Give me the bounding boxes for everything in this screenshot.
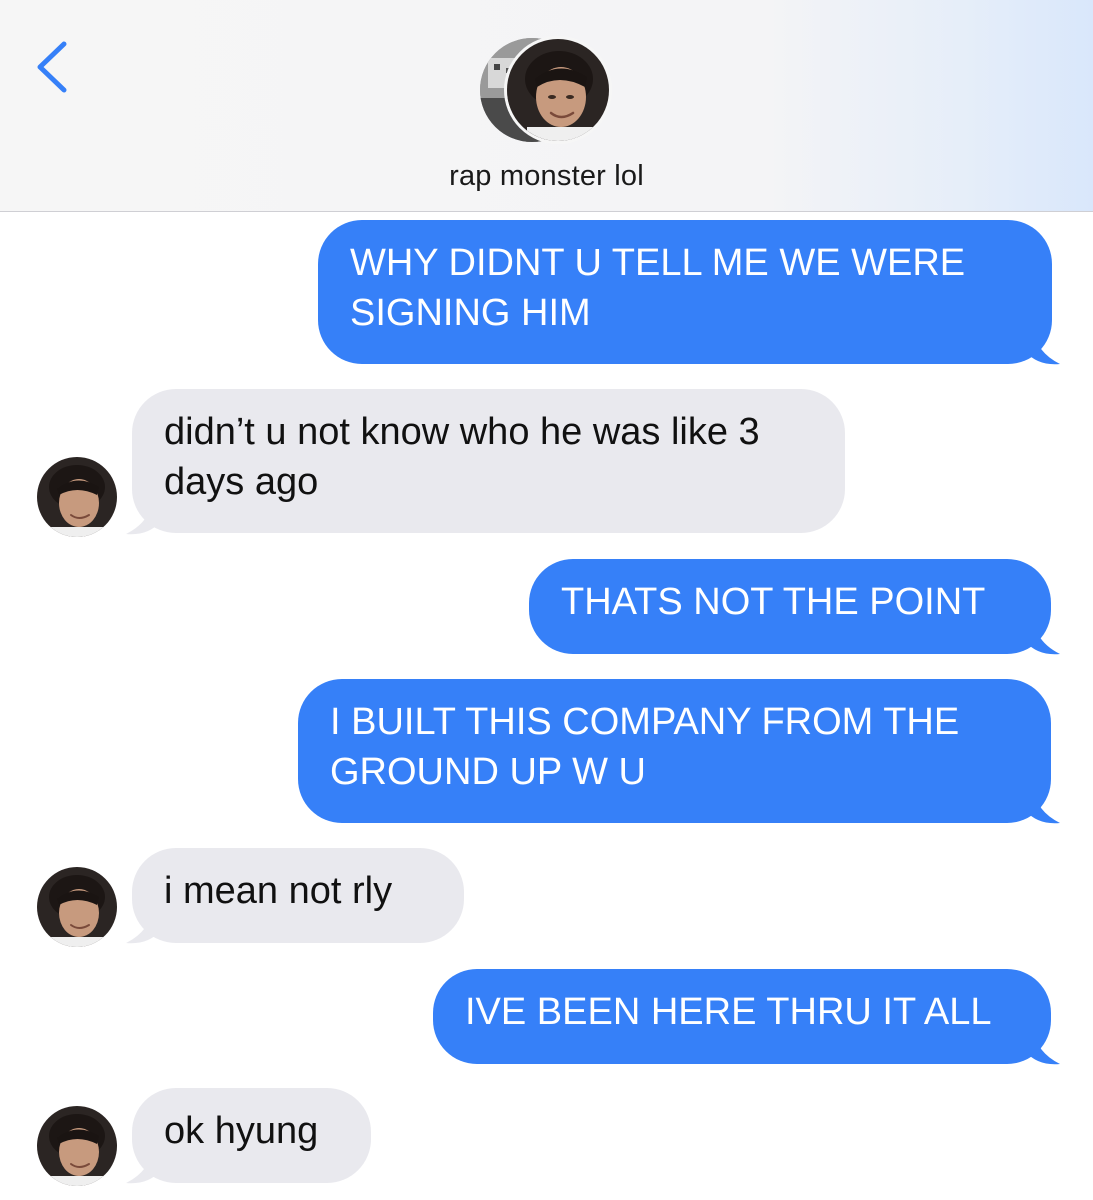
bubble-tail [126,500,160,535]
bubble-tail [1026,330,1060,365]
contact-name[interactable]: rap monster lol [0,160,1093,193]
message-text: IVE BEEN HERE THRU IT ALL [465,991,992,1033]
bubble-tail [1026,620,1060,655]
bubble-tail [126,909,160,944]
back-button[interactable] [30,38,78,96]
bubble-tail [1026,789,1060,824]
contact-avatar-group[interactable] [480,36,616,144]
avatar [37,457,117,537]
message-text: WHY DIDNT U TELL ME WE WERE SIGNING HIM [350,242,966,334]
avatar [37,867,117,947]
message-text: didn’t u not know who he was like 3 days… [164,411,760,503]
message-text: THATS NOT THE POINT [561,581,986,623]
message-text: i mean not rly [164,870,393,912]
incoming-message-bubble[interactable]: didn’t u not know who he was like 3 days… [132,389,845,533]
incoming-message-bubble[interactable]: i mean not rly [132,848,464,943]
conversation-header: rap monster lol [0,0,1093,212]
outgoing-message-bubble[interactable]: IVE BEEN HERE THRU IT ALL [433,969,1051,1064]
message-text: ok hyung [164,1110,319,1152]
chevron-left-icon [37,41,67,93]
outgoing-message-bubble[interactable]: THATS NOT THE POINT [529,559,1051,654]
avatar [37,1106,117,1186]
incoming-message-bubble[interactable]: ok hyung [132,1088,371,1183]
outgoing-message-bubble[interactable]: I BUILT THIS COMPANY FROM THE GROUND UP … [298,679,1051,823]
avatar [504,36,612,144]
message-text: I BUILT THIS COMPANY FROM THE GROUND UP … [330,701,960,793]
bubble-tail [1026,1030,1060,1065]
outgoing-message-bubble[interactable]: WHY DIDNT U TELL ME WE WERE SIGNING HIM [318,220,1052,364]
bubble-tail [126,1149,160,1184]
